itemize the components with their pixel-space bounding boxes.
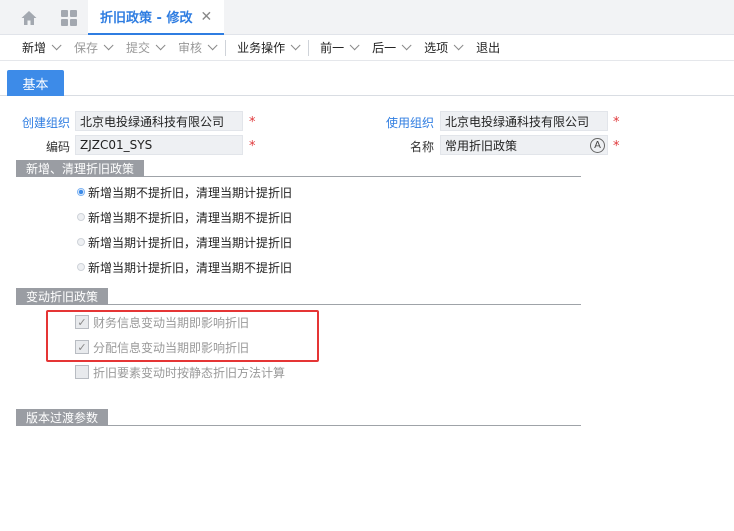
radio-option[interactable]: 新增当期不提折旧，清理当期计提折旧 [77,183,292,201]
toolbar-divider [308,39,310,56]
business-operation-label: 业务操作 [237,41,286,55]
code-field[interactable]: ZJZC01_SYS [75,135,243,155]
checkbox-option[interactable]: 折旧要素变动时按静态折旧方法计算 [75,363,285,381]
close-icon[interactable]: ✕ [200,9,212,25]
radio-label: 新增当期不提折旧，清理当期计提折旧 [88,185,293,200]
next-button[interactable]: 后一 [364,35,416,61]
chevron-down-icon [401,40,412,51]
section-title: 版本过渡参数 [16,409,109,426]
multilingual-icon[interactable]: A [590,138,605,153]
required-mark: * [613,139,620,154]
home-icon[interactable] [20,9,38,27]
radio-icon[interactable] [77,213,85,221]
toolbar-divider [225,39,227,56]
name-label: 名称 [409,140,434,154]
tab-depreciation-policy-edit[interactable]: 折旧政策 - 修改 ✕ [88,0,225,35]
section-version-params: 版本过渡参数 [16,409,581,426]
options-button-label: 选项 [424,41,449,55]
audit-button[interactable]: 审核 [170,35,222,61]
audit-button-label: 审核 [178,41,203,55]
name-field[interactable]: 常用折旧政策 A [440,135,608,155]
use-org-field[interactable]: 北京电投绿通科技有限公司 [440,111,608,131]
tab-basic[interactable]: 基本 [7,70,64,96]
exit-button[interactable]: 退出 [468,35,508,61]
chevron-down-icon [290,40,301,51]
radio-label: 新增当期计提折旧，清理当期不提折旧 [88,260,293,275]
next-button-label: 后一 [372,41,397,55]
radio-option[interactable]: 新增当期不提折旧，清理当期不提折旧 [77,208,292,226]
radio-selected-icon[interactable] [77,188,85,196]
save-button[interactable]: 保存 [66,35,118,61]
section-change-policy: 变动折旧政策 [16,288,581,305]
exit-button-label: 退出 [476,41,501,55]
required-mark: * [249,115,256,130]
new-button-label: 新增 [22,41,47,55]
new-button[interactable]: 新增 [14,35,66,61]
chevron-down-icon [155,40,166,51]
chevron-down-icon [349,40,360,51]
radio-icon[interactable] [77,263,85,271]
chevron-down-icon [207,40,218,51]
radio-icon[interactable] [77,238,85,246]
save-button-label: 保存 [74,41,99,55]
create-org-label[interactable]: 创建组织 [20,114,70,131]
section-title: 新增、清理折旧政策 [16,160,145,177]
required-mark: * [613,115,620,130]
radio-label: 新增当期不提折旧，清理当期不提折旧 [88,210,293,225]
top-bar: 折旧政策 - 修改 ✕ [0,0,734,35]
submit-button[interactable]: 提交 [118,35,170,61]
use-org-label[interactable]: 使用组织 [382,114,434,131]
radio-label: 新增当期计提折旧，清理当期计提折旧 [88,235,293,250]
chevron-down-icon [103,40,114,51]
highlight-box [46,310,319,362]
radio-option[interactable]: 新增当期计提折旧，清理当期不提折旧 [77,258,292,276]
chevron-down-icon [453,40,464,51]
subtab-bar: 基本 [0,61,734,96]
apps-grid-icon[interactable] [61,10,77,26]
checkbox-icon[interactable] [75,365,89,379]
tab-title: 折旧政策 - 修改 [100,11,193,26]
previous-button[interactable]: 前一 [312,35,364,61]
code-label: 编码 [45,140,70,154]
section-new-clear-policy: 新增、清理折旧政策 [16,160,581,177]
business-operation-button[interactable]: 业务操作 [229,35,305,61]
options-button[interactable]: 选项 [416,35,468,61]
previous-button-label: 前一 [320,41,345,55]
section-title: 变动折旧政策 [16,288,109,305]
submit-button-label: 提交 [126,41,151,55]
required-mark: * [249,139,256,154]
create-org-field[interactable]: 北京电投绿通科技有限公司 [75,111,243,131]
toolbar: 新增 保存 提交 审核 业务操作 前一 后一 选项 退出 [0,35,734,61]
chevron-down-icon [51,40,62,51]
checkbox-label: 折旧要素变动时按静态折旧方法计算 [93,365,286,380]
radio-option[interactable]: 新增当期计提折旧，清理当期计提折旧 [77,233,292,251]
name-field-value: 常用折旧政策 [445,138,518,153]
